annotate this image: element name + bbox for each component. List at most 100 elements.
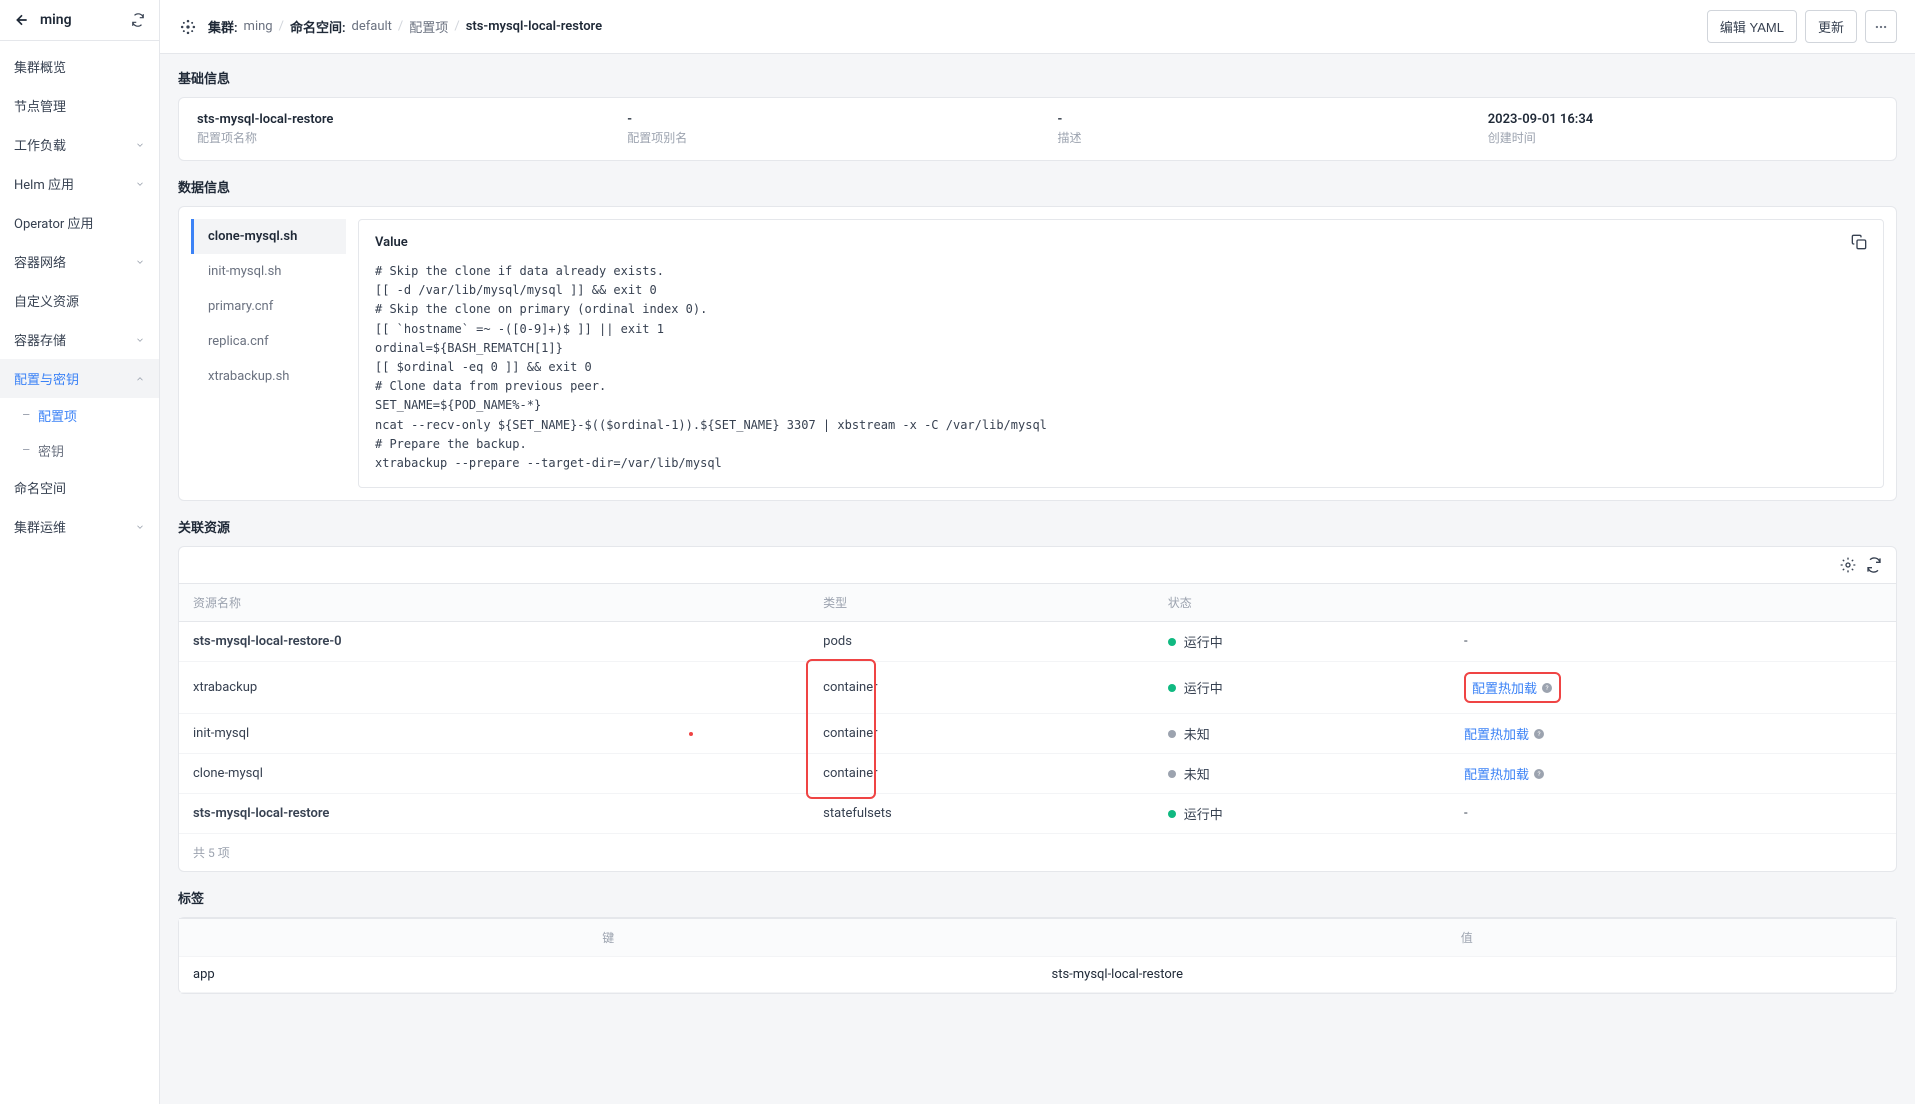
resources-footer: 共 5 项 [179,834,1896,871]
resource-name: clone-mysql [179,754,809,794]
col-key: 键 [179,919,1038,957]
gear-icon[interactable] [1840,557,1856,573]
nav-network[interactable]: 容器网络 [0,242,159,281]
resource-action: - [1450,622,1896,662]
chevron-up-icon [135,374,145,384]
config-alias-label: 配置项别名 [627,129,1017,146]
resource-status: 运行中 [1154,794,1450,834]
nav-config-secret[interactable]: 配置与密钥 [0,359,159,398]
breadcrumb-current: sts-mysql-local-restore [466,19,602,34]
status-dot [1168,684,1176,692]
breadcrumb-cluster-label: 集群: [208,17,238,36]
resource-status: 未知 [1154,714,1450,754]
copy-icon[interactable] [1851,234,1867,250]
basic-info-card: sts-mysql-local-restore 配置项名称 - 配置项别名 - … [178,97,1897,161]
resource-type: container [809,754,1154,794]
status-dot [1168,638,1176,646]
resource-action: - [1450,794,1896,834]
nav-secret[interactable]: –密钥 [0,433,159,468]
refresh-icon[interactable] [1866,557,1882,573]
help-icon: ? [1533,728,1545,740]
hot-reload-link[interactable]: 配置热加载? [1472,678,1553,697]
more-icon [1874,20,1888,34]
status-dot [1168,770,1176,778]
label-value: sts-mysql-local-restore [1038,957,1897,993]
sidebar-nav: 集群概览 节点管理 工作负载 Helm 应用 Operator 应用 容器网络 … [0,41,159,552]
config-desc-value: - [1058,112,1448,127]
sidebar-header: ming [0,0,159,41]
resources-card: 资源名称 类型 状态 sts-mysql-local-restore-0pods… [178,546,1897,872]
col-value: 值 [1038,919,1897,957]
main: 集群: ming / 命名空间: default / 配置项 / sts-mys… [160,0,1915,1104]
svg-text:?: ? [1537,770,1540,778]
update-button[interactable]: 更新 [1805,10,1857,43]
breadcrumb-config[interactable]: 配置项 [409,17,448,36]
value-panel: Value # Skip the clone if data already e… [358,219,1884,488]
breadcrumb-ns[interactable]: default [352,19,392,34]
chevron-down-icon [135,179,145,189]
status-dot [1168,810,1176,818]
back-icon[interactable] [14,12,40,28]
sidebar: ming 集群概览 节点管理 工作负载 Helm 应用 Operator 应用 … [0,0,160,1104]
resource-type: statefulsets [809,794,1154,834]
resource-status: 运行中 [1154,662,1450,714]
nav-ops[interactable]: 集群运维 [0,507,159,546]
file-item[interactable]: clone-mysql.sh [191,219,346,254]
chevron-down-icon [135,522,145,532]
content: 基础信息 sts-mysql-local-restore 配置项名称 - 配置项… [160,54,1915,1104]
breadcrumb-cluster[interactable]: ming [244,19,273,34]
resource-action[interactable]: 配置热加载? [1450,662,1896,714]
resource-action[interactable]: 配置热加载? [1450,754,1896,794]
svg-text:?: ? [1537,730,1540,738]
resources-table: 资源名称 类型 状态 sts-mysql-local-restore-0pods… [179,583,1896,834]
hot-reload-link[interactable]: 配置热加载? [1464,764,1545,783]
status-dot [1168,730,1176,738]
nav-custom[interactable]: 自定义资源 [0,281,159,320]
nav-storage[interactable]: 容器存储 [0,320,159,359]
code-content: # Skip the clone if data already exists.… [375,262,1867,473]
hot-reload-link[interactable]: 配置热加载? [1464,724,1545,743]
nav-overview[interactable]: 集群概览 [0,47,159,86]
topbar: 集群: ming / 命名空间: default / 配置项 / sts-mys… [160,0,1915,54]
nav-workloads[interactable]: 工作负载 [0,125,159,164]
nav-configmap[interactable]: –配置项 [0,398,159,433]
col-action [1450,584,1896,622]
file-item[interactable]: init-mysql.sh [191,254,346,289]
config-desc-label: 描述 [1058,129,1448,146]
breadcrumb-ns-label: 命名空间: [290,17,346,36]
nav-namespace[interactable]: 命名空间 [0,468,159,507]
refresh-icon[interactable] [131,13,145,27]
breadcrumb: 集群: ming / 命名空间: default / 配置项 / sts-mys… [208,17,1707,36]
section-data: 数据信息 [178,177,1897,196]
nav-helm[interactable]: Helm 应用 [0,164,159,203]
table-row: sts-mysql-local-restore-0pods运行中- [179,622,1896,662]
section-basic: 基础信息 [178,68,1897,87]
help-icon: ? [1541,682,1553,694]
resource-name: sts-mysql-local-restore [179,794,809,834]
file-item[interactable]: xtrabackup.sh [191,359,346,394]
section-labels: 标签 [178,888,1897,907]
file-list: clone-mysql.sh init-mysql.sh primary.cnf… [191,219,346,488]
labels-card: 键 值 app sts-mysql-local-restore [178,917,1897,994]
file-item[interactable]: primary.cnf [191,289,346,324]
resource-name: xtrabackup [179,662,809,714]
config-name-value: sts-mysql-local-restore [197,112,587,127]
resource-status: 运行中 [1154,622,1450,662]
table-row: clone-mysqlcontainer未知配置热加载? [179,754,1896,794]
table-row: sts-mysql-local-restorestatefulsets运行中- [179,794,1896,834]
chevron-down-icon [135,140,145,150]
resource-action[interactable]: 配置热加载? [1450,714,1896,754]
nav-operator[interactable]: Operator 应用 [0,203,159,242]
resource-status: 未知 [1154,754,1450,794]
resource-type: container [809,714,1154,754]
col-type: 类型 [809,584,1154,622]
config-created-label: 创建时间 [1488,129,1878,146]
nav-nodes[interactable]: 节点管理 [0,86,159,125]
edit-yaml-button[interactable]: 编辑 YAML [1707,10,1797,43]
resource-type: container [809,662,1154,714]
label-row: app sts-mysql-local-restore [179,957,1896,993]
more-button[interactable] [1865,10,1897,43]
file-item[interactable]: replica.cnf [191,324,346,359]
chevron-down-icon [135,257,145,267]
config-name-label: 配置项名称 [197,129,587,146]
